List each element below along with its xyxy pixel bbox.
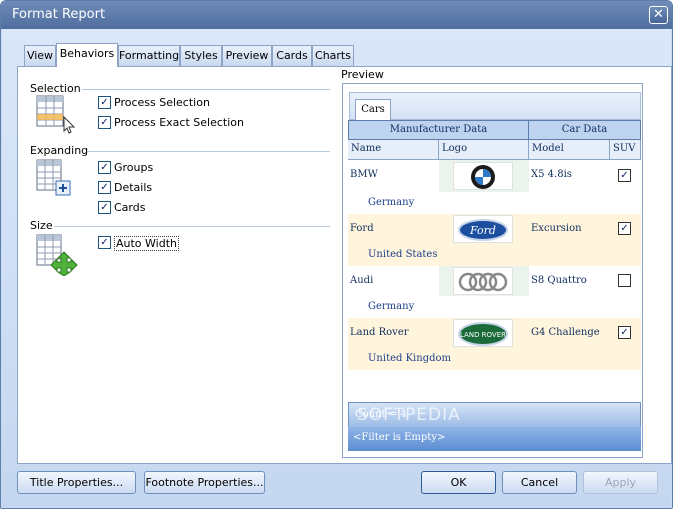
details-checkbox[interactable]: ✓: [98, 181, 111, 194]
cell-model: X5 4.8is: [531, 169, 572, 180]
column-header-model[interactable]: Model: [529, 140, 610, 160]
ok-button[interactable]: OK: [421, 471, 496, 494]
apply-button[interactable]: Apply: [583, 471, 658, 494]
selection-section-label: Selection: [30, 82, 81, 95]
cards-checkbox[interactable]: ✓: [98, 201, 111, 214]
ford-logo-icon: Ford: [453, 215, 513, 243]
dialog-body: View Behaviors Formatting Styles Preview…: [2, 29, 672, 507]
process-exact-selection-checkbox[interactable]: ✓: [98, 116, 111, 129]
process-exact-selection-label: Process Exact Selection: [114, 116, 244, 129]
cell-name: Ford: [350, 223, 374, 234]
cancel-button[interactable]: Cancel: [502, 471, 577, 494]
size-divider: [54, 226, 330, 227]
filter-text: <Filter is Empty>: [353, 432, 446, 443]
preview-tab-strip: Cars: [349, 92, 641, 121]
close-button[interactable]: ✕: [649, 6, 668, 24]
cards-label: Cards: [114, 201, 146, 214]
resize-grid-icon: [36, 234, 78, 276]
country-row: Germany: [348, 192, 641, 214]
format-report-window: Format Report ✕ View Behaviors Formattin…: [0, 0, 673, 509]
window-title: Format Report: [12, 7, 106, 22]
expanding-section-label: Expanding: [30, 144, 89, 157]
expanding-divider: [87, 151, 330, 152]
group-header-manufacturer: Manufacturer Data: [348, 120, 529, 140]
tab-formatting[interactable]: Formatting: [118, 45, 180, 66]
column-header-name[interactable]: Name: [348, 140, 439, 160]
close-icon[interactable]: ✕: [653, 7, 664, 22]
auto-width-label: Auto Width: [114, 236, 179, 251]
cell-model: G4 Challenge: [531, 327, 600, 338]
cell-name: Land Rover: [350, 327, 409, 338]
column-header-suv[interactable]: SUV: [610, 140, 641, 160]
tab-view[interactable]: View: [24, 45, 56, 66]
group-header-car: Car Data: [528, 120, 641, 140]
selection-divider: [82, 89, 330, 90]
footnote-properties-button[interactable]: Footnote Properties...: [144, 471, 265, 494]
preview-section-label: Preview: [341, 68, 384, 81]
preview-tab-cars[interactable]: Cars: [355, 99, 391, 121]
cell-name: BMW: [350, 169, 378, 180]
process-selection-checkbox[interactable]: ✓: [98, 96, 111, 109]
country-row: United States: [348, 244, 641, 266]
suv-checkbox[interactable]: ✓: [618, 169, 631, 182]
behaviors-panel: Selection ✓ Process Selection ✓ Process …: [17, 66, 672, 464]
land-rover-logo-icon: LAND ROVER: [453, 319, 513, 347]
svg-text:LAND ROVER: LAND ROVER: [460, 331, 506, 339]
column-header-logo[interactable]: Logo: [439, 140, 529, 160]
suv-checkbox[interactable]: ✓: [618, 326, 631, 339]
auto-width-checkbox[interactable]: ✓: [98, 236, 111, 249]
selection-grid-icon: [36, 95, 76, 134]
tab-preview[interactable]: Preview: [222, 45, 272, 66]
country-row: Germany: [348, 296, 641, 318]
bmw-logo-icon: [453, 162, 513, 190]
audi-logo-icon: [453, 267, 513, 295]
details-label: Details: [114, 181, 153, 194]
table-row[interactable]: Land Rover LAND ROVER G4 Challenge ✓: [348, 318, 641, 348]
cell-name: Audi: [350, 275, 374, 286]
groups-checkbox[interactable]: ✓: [98, 161, 111, 174]
cell-model: Excursion: [531, 223, 582, 234]
table-row[interactable]: BMW X5 4.8is ✓: [348, 160, 641, 192]
count-footer: SOFTPEDIA Count = 4: [348, 402, 641, 428]
report-preview: Cars Manufacturer Data Car Data Name Log…: [342, 83, 643, 458]
suv-checkbox[interactable]: ✓: [618, 222, 631, 235]
tab-cards[interactable]: Cards: [272, 45, 312, 66]
title-properties-button[interactable]: Title Properties...: [17, 471, 136, 494]
title-bar: Format Report ✕: [1, 1, 672, 29]
tab-behaviors[interactable]: Behaviors: [56, 43, 118, 67]
svg-text:Ford: Ford: [469, 224, 496, 237]
expand-grid-icon: [36, 159, 71, 196]
filter-bar[interactable]: <Filter is Empty>: [348, 427, 641, 451]
table-row[interactable]: Ford Ford Excursion ✓: [348, 214, 641, 244]
country-row: United Kingdom: [348, 348, 641, 370]
table-row[interactable]: Audi S8 Quattro: [348, 266, 641, 296]
count-text: Count = 4: [355, 409, 407, 420]
tab-charts[interactable]: Charts: [312, 45, 354, 66]
suv-checkbox[interactable]: [618, 274, 631, 287]
tab-styles[interactable]: Styles: [180, 45, 222, 66]
groups-label: Groups: [114, 161, 154, 174]
size-section-label: Size: [30, 219, 53, 232]
process-selection-label: Process Selection: [114, 96, 210, 109]
cell-model: S8 Quattro: [531, 275, 587, 286]
